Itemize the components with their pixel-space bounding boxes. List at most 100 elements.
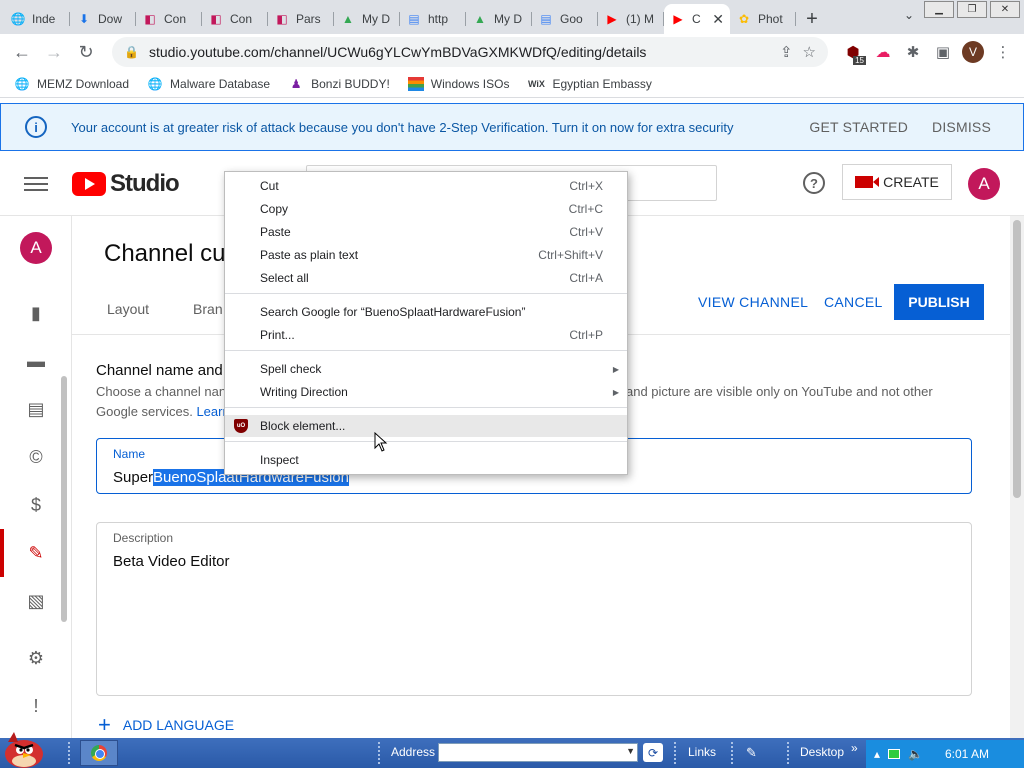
security-banner: i Your account is at greater risk of att… (0, 103, 1024, 151)
settings-gear-icon[interactable]: ⚙ (24, 646, 48, 670)
nav-scrollbar[interactable] (61, 376, 67, 622)
tab-title: Goo (560, 12, 583, 26)
angry-bird-start-icon[interactable] (0, 728, 48, 768)
toolbar-grip[interactable] (787, 742, 791, 764)
bookmark-star-icon[interactable]: ☆ (803, 43, 816, 61)
add-language-button[interactable]: + ADD LANGUAGE (98, 712, 234, 738)
hamburger-menu-icon[interactable] (24, 176, 48, 191)
channel-avatar[interactable]: A (20, 232, 52, 264)
taskbar-address-input[interactable]: ▼ (438, 743, 638, 762)
menu-item-paste[interactable]: Paste Ctrl+V (225, 221, 627, 243)
restore-button[interactable]: ❐ (957, 1, 987, 18)
menu-item-block-element[interactable]: uO Block element... (225, 415, 627, 437)
clock[interactable]: 6:01 AM (945, 747, 989, 761)
taskbar-chrome-button[interactable] (80, 740, 118, 766)
tab-branding[interactable]: Bran (193, 301, 223, 317)
youtube-studio-logo[interactable]: Studio (72, 170, 180, 198)
browser-tab[interactable]: ▶ (1) M (598, 4, 664, 34)
bookmark-item[interactable]: Windows ISOs (407, 76, 509, 91)
toolbar-grip[interactable] (378, 742, 382, 764)
side-panel-icon[interactable]: ▣ (930, 39, 956, 65)
browser-tab[interactable]: ✿ Phot (730, 4, 796, 34)
forward-button[interactable]: → (40, 38, 68, 66)
get-started-button[interactable]: GET STARTED (809, 119, 908, 135)
create-button[interactable]: CREATE (842, 164, 952, 200)
drive-icon: ▲ (342, 12, 354, 26)
battery-icon[interactable] (888, 749, 901, 759)
ublock-extension-icon[interactable]: ⬢ 15 (840, 39, 866, 65)
browser-tab[interactable]: ◧ Con (202, 4, 268, 34)
links-toolbar-label[interactable]: Links (688, 745, 716, 759)
menu-item-search-google[interactable]: Search Google for “BuenoSplaatHardwareFu… (225, 301, 627, 323)
bookmark-item[interactable]: WiX Egyptian Embassy (527, 77, 652, 91)
bookmark-item[interactable]: ♟ Bonzi BUDDY! (288, 77, 390, 91)
browser-tab[interactable]: ▤ http (400, 4, 466, 34)
browser-menu-icon[interactable]: ⋮ (990, 39, 1016, 65)
profile-avatar[interactable]: V (960, 39, 986, 65)
extension-icon[interactable]: ☁ (870, 39, 896, 65)
toolbar-grip[interactable] (68, 742, 72, 764)
subtitles-icon[interactable]: ▤ (24, 397, 48, 421)
dropdown-arrow-icon[interactable]: ▼ (626, 746, 635, 756)
cancel-button[interactable]: CANCEL (824, 294, 883, 310)
menu-item-paste-plain[interactable]: Paste as plain text Ctrl+Shift+V (225, 244, 627, 266)
description-field[interactable]: Description Beta Video Editor (96, 522, 972, 696)
browser-tab[interactable]: ▤ Goo (532, 4, 598, 34)
close-tab-icon[interactable]: ✕ (712, 11, 724, 28)
analytics-icon[interactable]: ▮ (24, 301, 48, 325)
notepad-icon[interactable]: ✎ (746, 745, 757, 761)
tray-expand-icon[interactable]: ▴ (874, 747, 880, 761)
dismiss-button[interactable]: DISMISS (932, 119, 991, 135)
menu-item-inspect[interactable]: Inspect (225, 449, 627, 471)
back-button[interactable]: ← (8, 38, 36, 66)
menu-item-writing-direction[interactable]: Writing Direction ▶ (225, 381, 627, 403)
bookmark-item[interactable]: 🌐 Malware Database (147, 77, 271, 91)
page-scrollbar[interactable] (1010, 216, 1024, 738)
description-value[interactable]: Beta Video Editor (113, 553, 229, 570)
browser-tab[interactable]: ⬇ Dow (70, 4, 136, 34)
browser-tab[interactable]: 🌐 Inde (4, 4, 70, 34)
go-refresh-icon[interactable]: ⟳ (643, 743, 663, 762)
menu-item-print[interactable]: Print... Ctrl+P (225, 324, 627, 346)
audio-library-icon[interactable]: ▧ (24, 589, 48, 613)
url-text[interactable]: studio.youtube.com/channel/UCWu6gYLCwYmB… (149, 44, 770, 60)
menu-item-copy[interactable]: Copy Ctrl+C (225, 198, 627, 220)
help-icon[interactable]: ? (803, 172, 825, 194)
feedback-icon[interactable]: ! (24, 694, 48, 718)
puzzle-extensions-icon[interactable]: ✱ (900, 39, 926, 65)
view-channel-button[interactable]: VIEW CHANNEL (698, 294, 808, 310)
browser-tab[interactable]: ◧ Con (136, 4, 202, 34)
browser-tab[interactable]: ▲ My D (334, 4, 400, 34)
account-avatar[interactable]: A (968, 168, 1000, 200)
copyright-icon[interactable]: © (24, 445, 48, 469)
menu-item-spell-check[interactable]: Spell check ▶ (225, 358, 627, 380)
toolbar-grip[interactable] (731, 742, 735, 764)
minimize-button[interactable]: ▁ (924, 1, 954, 18)
comments-icon[interactable]: ▬ (24, 349, 48, 373)
new-tab-button[interactable]: + (796, 4, 828, 34)
lock-icon[interactable]: 🔒 (124, 45, 139, 59)
bookmark-item[interactable]: 🌐 MEMZ Download (14, 77, 130, 91)
photos-icon: ✿ (738, 12, 750, 26)
tab-layout[interactable]: Layout (107, 301, 149, 317)
address-bar[interactable]: 🔒 studio.youtube.com/channel/UCWu6gYLCwY… (112, 37, 828, 67)
submenu-arrow-icon: ▶ (612, 364, 619, 374)
scrollbar-thumb[interactable] (1013, 220, 1021, 498)
menu-item-cut[interactable]: Cut Ctrl+X (225, 175, 627, 197)
browser-tab[interactable]: ▲ My D (466, 4, 532, 34)
close-window-button[interactable]: ✕ (990, 1, 1020, 18)
learn-more-link[interactable]: Learr (196, 404, 226, 419)
reload-button[interactable]: ↻ (72, 38, 100, 66)
toolbar-chevron-icon[interactable]: » (851, 741, 858, 755)
share-icon[interactable]: ⇪ (780, 43, 793, 61)
customization-magic-wand-icon[interactable]: ✎ (24, 541, 48, 565)
browser-tab-active[interactable]: ▶ C ✕ (664, 4, 730, 34)
browser-tab[interactable]: ◧ Pars (268, 4, 334, 34)
publish-button[interactable]: PUBLISH (894, 284, 984, 320)
menu-item-select-all[interactable]: Select all Ctrl+A (225, 267, 627, 289)
desktop-toolbar-label[interactable]: Desktop (800, 745, 844, 759)
toolbar-grip[interactable] (674, 742, 678, 764)
tab-search-chevron-icon[interactable]: ⌄ (904, 8, 914, 22)
volume-icon[interactable]: 🔈 (908, 747, 923, 761)
earn-dollar-icon[interactable]: $ (24, 493, 48, 517)
